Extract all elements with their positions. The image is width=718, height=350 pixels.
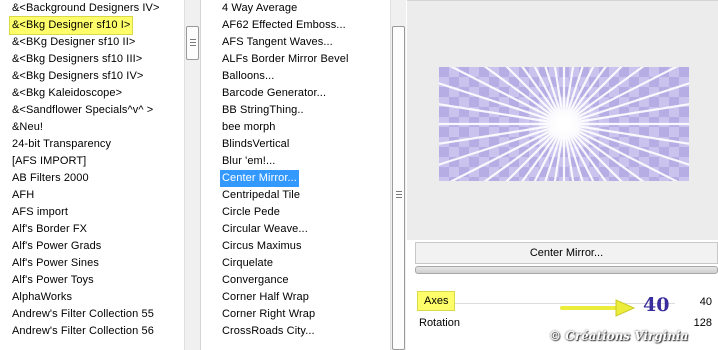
category-item[interactable]: &<Bkg Designers sf10 IV> — [0, 68, 200, 85]
category-item[interactable]: Alf's Power Toys — [0, 272, 200, 289]
filter-item-label: Corner Right Wrap — [222, 308, 316, 320]
category-item[interactable]: Alf's Border FX — [0, 221, 200, 238]
filter-item-label: Cirquelate — [222, 257, 274, 269]
category-item-label: &<Sandflower Specials^v^ > — [12, 104, 154, 116]
filter-item-label: Circular Weave... — [222, 223, 308, 235]
filter-item[interactable]: Circle Pede — [216, 204, 406, 221]
category-item[interactable]: AlphaWorks — [0, 289, 200, 306]
category-item-label: &<BKg Designer sf10 II> — [12, 36, 136, 48]
filter-scrollbar[interactable] — [390, 0, 406, 350]
filter-item-label: Circus Maximus — [222, 240, 302, 252]
category-item[interactable]: AFH — [0, 187, 200, 204]
filter-item[interactable]: AFS Tangent Waves... — [216, 34, 406, 51]
filter-item-label: bee morph — [222, 121, 276, 133]
filter-item-label: Circle Pede — [222, 206, 280, 218]
filter-name-button[interactable]: Center Mirror... — [415, 242, 718, 264]
filter-item-label: Center Mirror... — [220, 170, 299, 187]
category-item[interactable]: &<Background Designers IV> — [0, 0, 200, 17]
filter-item-label: Centripedal Tile — [222, 189, 301, 201]
category-item-label: [AFS IMPORT] — [12, 155, 87, 167]
category-item-label: &<Bkg Designers sf10 III> — [12, 53, 143, 65]
filter-item[interactable]: Center Mirror... — [216, 170, 406, 187]
filter-item-label: CrossRoads City... — [222, 325, 315, 337]
filter-item-label: Convergance — [222, 274, 289, 286]
category-scroll-thumb[interactable] — [186, 26, 199, 60]
progress-bar — [415, 266, 718, 274]
category-item[interactable]: &<Bkg Designer sf10 I> — [0, 16, 200, 35]
filter-list[interactable]: 4 Way Average AF62 Effected Emboss... AFS … — [216, 0, 406, 350]
filter-item[interactable]: Cirquelate — [216, 255, 406, 272]
filter-item-label: BB StringThing.. — [222, 104, 304, 116]
category-item[interactable]: Alf's Power Sines — [0, 255, 200, 272]
pane-divider — [200, 0, 201, 350]
category-item-label: Alf's Power Toys — [12, 274, 94, 286]
category-item-label: &<Bkg Designer sf10 I> — [8, 16, 134, 35]
filter-item[interactable]: Corner Right Wrap — [216, 306, 406, 323]
annotation-value: 40 — [643, 294, 670, 316]
filter-item[interactable]: CrossRoads City... — [216, 323, 406, 340]
watermark: © Créations Virginia — [549, 329, 689, 343]
category-item-label: AFH — [12, 189, 35, 201]
category-item[interactable]: 24-bit Transparency — [0, 136, 200, 153]
category-item[interactable]: &<Bkg Kaleidoscope> — [0, 85, 200, 102]
filter-item[interactable]: Centripedal Tile — [216, 187, 406, 204]
category-item-label: Andrew's Filter Collection 56 — [12, 325, 154, 337]
category-item[interactable]: AB Filters 2000 — [0, 170, 200, 187]
category-item-label: AFS import — [12, 206, 69, 218]
category-item-label: 24-bit Transparency — [12, 138, 112, 150]
category-scrollbar[interactable] — [184, 0, 200, 350]
category-item-label: &<Bkg Kaleidoscope> — [12, 87, 123, 99]
category-list[interactable]: &<Background Designers IV> &<Bkg Designer… — [0, 0, 200, 350]
filter-item[interactable]: BB StringThing.. — [216, 102, 406, 119]
filter-scroll-thumb[interactable] — [392, 26, 405, 350]
category-item[interactable]: Alf's Power Grads — [0, 238, 200, 255]
filter-item-label: Balloons... — [222, 70, 275, 82]
category-item[interactable]: &Neu! — [0, 119, 200, 136]
filter-item-label: AFS Tangent Waves... — [222, 36, 333, 48]
filter-item[interactable]: Convergance — [216, 272, 406, 289]
category-item[interactable]: &<Sandflower Specials^v^ > — [0, 102, 200, 119]
category-item[interactable]: &<BKg Designer sf10 II> — [0, 34, 200, 51]
filter-item-label: 4 Way Average — [222, 2, 298, 14]
category-item-label: AlphaWorks — [12, 291, 73, 303]
category-item[interactable]: &<Bkg Designers sf10 III> — [0, 51, 200, 68]
filter-item[interactable]: Barcode Generator... — [216, 85, 406, 102]
category-item-label: &<Bkg Designers sf10 IV> — [12, 70, 144, 82]
category-item-label: Alf's Power Sines — [12, 257, 99, 269]
filter-item-label: Blur 'em!... — [222, 155, 276, 167]
filter-item[interactable]: Blur 'em!... — [216, 153, 406, 170]
filter-item[interactable]: Circus Maximus — [216, 238, 406, 255]
preview-image — [439, 67, 689, 181]
category-item-label: &<Background Designers IV> — [12, 2, 160, 14]
filter-item[interactable]: Balloons... — [216, 68, 406, 85]
filter-item-label: ALFs Border Mirror Bevel — [222, 53, 349, 65]
category-item-label: Andrew's Filter Collection 55 — [12, 308, 154, 320]
filter-item-label: AF62 Effected Emboss... — [222, 19, 346, 31]
filter-item[interactable]: BlindsVertical — [216, 136, 406, 153]
filter-item-label: BlindsVertical — [222, 138, 290, 150]
filter-item[interactable]: 4 Way Average — [216, 0, 406, 17]
axes-value[interactable]: 40 — [700, 296, 712, 308]
category-item[interactable]: AFS import — [0, 204, 200, 221]
axes-label: Axes — [417, 291, 456, 311]
category-item-label: Alf's Border FX — [12, 223, 88, 235]
filter-item[interactable]: Circular Weave... — [216, 221, 406, 238]
filter-item[interactable]: AF62 Effected Emboss... — [216, 17, 406, 34]
rotation-label: Rotation — [419, 317, 460, 329]
category-item[interactable]: Andrew's Filter Collection 56 — [0, 323, 200, 340]
category-item-label: Alf's Power Grads — [12, 240, 102, 252]
preview-panel — [407, 0, 718, 240]
rotation-value[interactable]: 128 — [694, 317, 712, 329]
category-item[interactable]: [AFS IMPORT] — [0, 153, 200, 170]
filter-item-label: Corner Half Wrap — [222, 291, 309, 303]
category-item-label: AB Filters 2000 — [12, 172, 89, 184]
preview-canvas — [439, 67, 689, 181]
arrow-annotation-icon — [560, 299, 636, 317]
category-item-label: &Neu! — [12, 121, 44, 133]
filter-item[interactable]: ALFs Border Mirror Bevel — [216, 51, 406, 68]
filter-item-label: Barcode Generator... — [222, 87, 327, 99]
category-item[interactable]: Andrew's Filter Collection 55 — [0, 306, 200, 323]
filter-item[interactable]: bee morph — [216, 119, 406, 136]
filter-item[interactable]: Corner Half Wrap — [216, 289, 406, 306]
